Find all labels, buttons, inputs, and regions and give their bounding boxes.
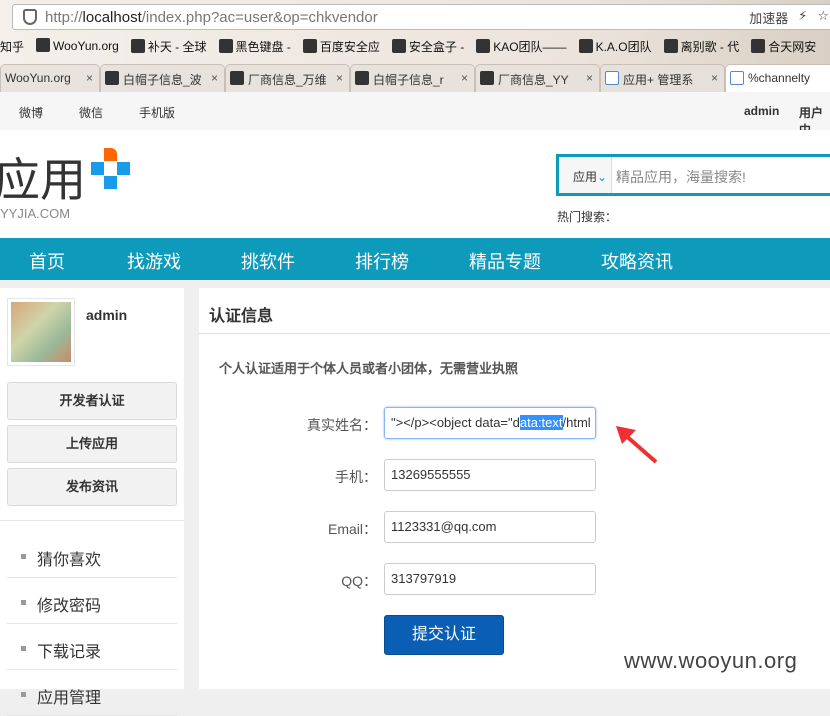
shield-icon — [23, 9, 37, 25]
nav-news[interactable]: 攻略资讯 — [601, 248, 673, 274]
publish-news-button[interactable]: 发布资讯 — [7, 468, 177, 506]
sidebar-item-downloads[interactable]: 下载记录 — [7, 624, 177, 670]
phone-field[interactable]: 13269555555 — [384, 459, 596, 491]
browser-tab[interactable]: 厂商信息_YY × — [475, 64, 600, 92]
bookmark[interactable]: 百度安全应 — [303, 38, 380, 55]
close-icon[interactable]: × — [211, 71, 218, 85]
top-bar: 微博 微信 手机版 admin 用户中 — [0, 92, 830, 137]
bookmark[interactable]: 安全盒子 - — [392, 38, 464, 55]
main-panel: 认证信息 个人认证适用于个体人员或者小团体，无需营业执照 真实姓名： "></p… — [199, 288, 830, 689]
close-icon[interactable]: × — [586, 71, 593, 85]
browser-tab[interactable]: WooYun.org × — [0, 64, 100, 92]
bookmark[interactable]: 合天网安 — [751, 38, 816, 55]
bookmark[interactable]: K.A.O团队 — [579, 38, 652, 55]
browser-tab[interactable]: 白帽子信息_波 × — [100, 64, 225, 92]
main-nav: 首页 找游戏 挑软件 排行榜 精品专题 攻略资讯 — [0, 238, 830, 280]
sidebar-item-password[interactable]: 修改密码 — [7, 578, 177, 624]
nav-home[interactable]: 首页 — [29, 248, 65, 274]
close-icon[interactable]: × — [336, 71, 343, 85]
bookmark[interactable]: WooYun.org — [36, 38, 119, 55]
close-icon[interactable]: × — [461, 71, 468, 85]
bookmarks-bar: 知乎 WooYun.org 补天 - 全球 黑色键盘 - 百度安全应 安全盒子 … — [0, 38, 816, 55]
site-icon — [480, 71, 494, 85]
watermark: www.wooyun.org — [624, 648, 798, 673]
sidebar-item-apps[interactable]: 应用管理 — [7, 670, 177, 716]
close-icon[interactable]: × — [86, 71, 93, 85]
user-link[interactable]: admin — [744, 104, 779, 118]
weibo-link[interactable]: 微博 — [19, 104, 43, 121]
browser-tab[interactable]: 应用+ 管理系 × — [600, 64, 725, 92]
lightning-icon[interactable]: ⚡ — [798, 8, 807, 27]
bookmark[interactable]: 黑色键盘 - — [219, 38, 291, 55]
site-icon — [105, 71, 119, 85]
logo[interactable]: 应用 — [0, 144, 86, 210]
upload-app-button[interactable]: 上传应用 — [7, 425, 177, 463]
logo-mark — [90, 148, 134, 192]
address-bar[interactable]: http://localhost/index.php?ac=user&op=ch… — [12, 4, 830, 30]
close-icon[interactable]: × — [711, 71, 718, 85]
bookmark[interactable]: 离别歌 - 代 — [664, 38, 740, 55]
page-icon — [730, 71, 744, 85]
submit-button[interactable]: 提交认证 — [384, 615, 504, 655]
email-field[interactable]: 1123331@qq.com — [384, 511, 596, 543]
bookmark[interactable]: 补天 - 全球 — [131, 38, 207, 55]
site-icon — [230, 71, 244, 85]
site-header: 应用 YYJIA.COM 应用⌄ 精品应用，海量搜索! 热门搜索： — [0, 130, 830, 238]
browser-tab[interactable]: 白帽子信息_r × — [350, 64, 475, 92]
search-box: 应用⌄ 精品应用，海量搜索! — [556, 154, 830, 196]
accelerator-button[interactable]: 加速器 — [749, 8, 788, 27]
avatar — [7, 298, 75, 366]
page-icon — [605, 71, 619, 85]
star-icon[interactable]: ☆ — [817, 8, 829, 27]
search-category-select[interactable]: 应用⌄ — [559, 157, 612, 193]
page-title: 认证信息 — [209, 308, 274, 325]
mobile-link[interactable]: 手机版 — [139, 104, 175, 121]
browser-chrome: http://localhost/index.php?ac=user&op=ch… — [0, 0, 830, 92]
nav-software[interactable]: 挑软件 — [241, 248, 295, 274]
bookmark[interactable]: 知乎 — [0, 38, 24, 55]
username: admin — [86, 307, 128, 323]
site-icon — [355, 71, 369, 85]
sidebar-item-favorites[interactable]: 猜你喜欢 — [7, 532, 177, 578]
developer-cert-button[interactable]: 开发者认证 — [7, 382, 177, 420]
qq-field[interactable]: 313797919 — [384, 563, 596, 595]
chevron-down-icon: ⌄ — [597, 170, 608, 184]
note: 个人认证适用于个体人员或者小团体，无需营业执照 — [219, 361, 519, 376]
nav-ranking[interactable]: 排行榜 — [355, 248, 409, 274]
browser-tab[interactable]: 厂商信息_万维 × — [225, 64, 350, 92]
search-input[interactable]: 精品应用，海量搜索! — [612, 157, 746, 193]
red-arrow-annotation — [616, 426, 658, 464]
tab-strip: WooYun.org × 白帽子信息_波 × 厂商信息_万维 × 白帽子信息_r × 厂… — [0, 64, 830, 92]
browser-tab-active[interactable]: %channelty — [725, 64, 830, 92]
sidebar: admin 开发者认证 上传应用 发布资讯 猜你喜欢 修改密码 下载记录 应用管… — [0, 288, 184, 716]
weixin-link[interactable]: 微信 — [79, 104, 103, 121]
nav-games[interactable]: 找游戏 — [127, 248, 181, 274]
real-name-field[interactable]: "></p><object data="data:text/html — [384, 407, 596, 439]
bookmark[interactable]: KAO团队—— — [476, 38, 566, 55]
nav-topics[interactable]: 精品专题 — [469, 248, 541, 274]
